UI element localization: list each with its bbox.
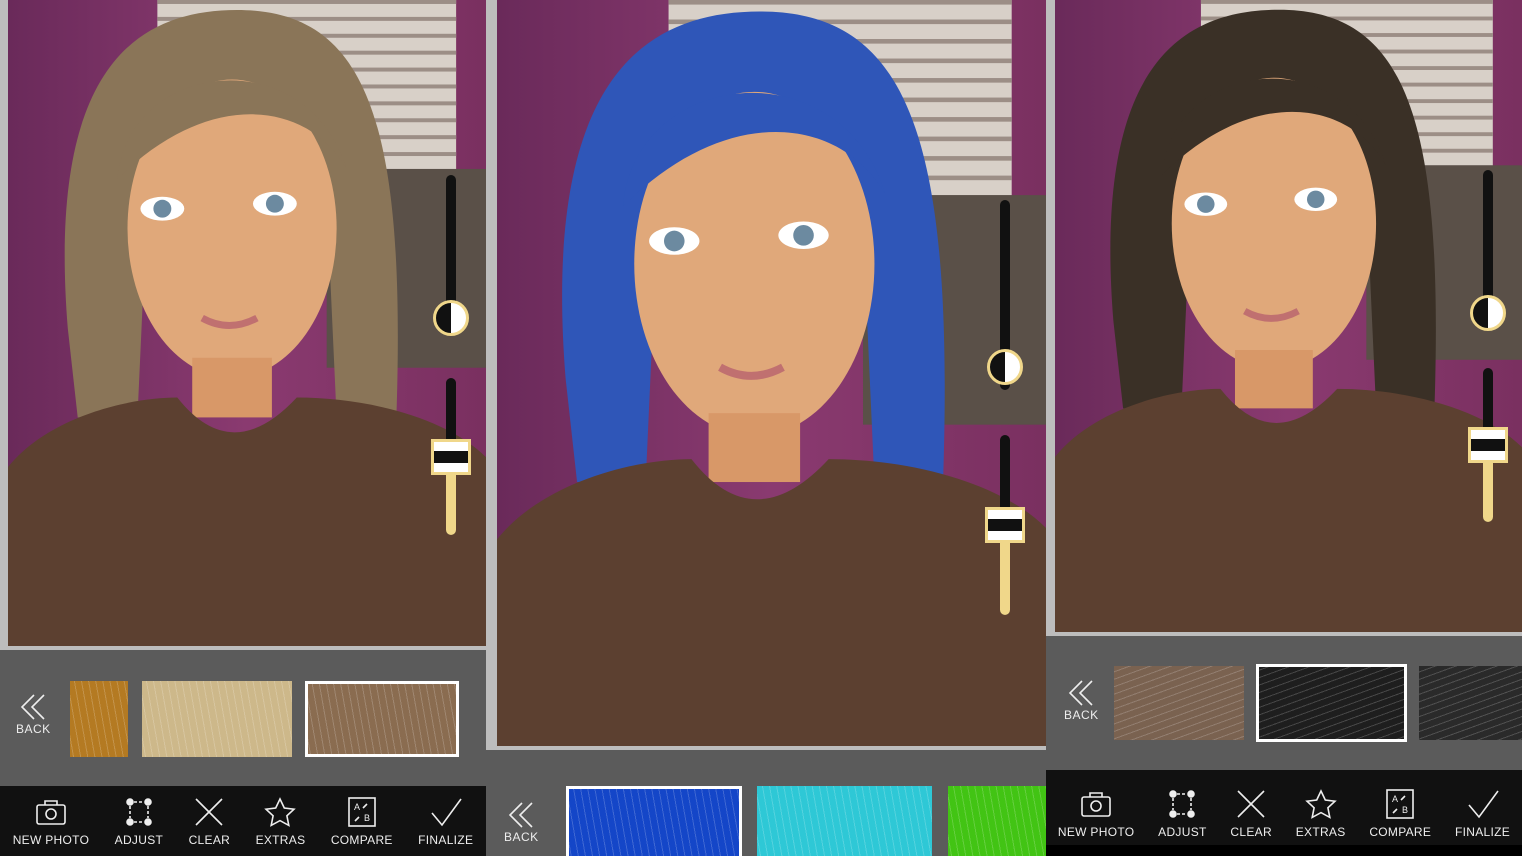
hair-color-swatch[interactable] [1114, 666, 1244, 740]
finalize-button[interactable]: FINALIZE [1455, 788, 1510, 839]
check-icon [1467, 790, 1499, 818]
app-screen-2: BACK [486, 0, 1046, 856]
clear-label: CLEAR [1230, 824, 1272, 839]
back-label: BACK [1064, 708, 1099, 722]
slider-handle[interactable] [985, 507, 1025, 543]
brightness-slider[interactable] [431, 378, 471, 535]
extras-button[interactable]: EXTRAS [1296, 788, 1346, 839]
star-icon [264, 796, 297, 827]
selfie-photo [8, 0, 486, 646]
bottom-toolbar: NEW PHOTO ADJUST CLEAR EXTRAS A B COMPARE FINAL… [1046, 770, 1522, 856]
double-chevron-left-icon [21, 694, 45, 720]
camera-icon [1081, 791, 1111, 817]
svg-text:B: B [1402, 805, 1408, 815]
slider-handle[interactable] [1468, 427, 1508, 463]
hair-color-swatch-selected[interactable] [305, 681, 459, 757]
back-button[interactable]: BACK [504, 800, 539, 844]
finalize-button[interactable]: FINALIZE [418, 796, 473, 847]
adjust-button[interactable]: ADJUST [1158, 788, 1206, 839]
hair-color-swatch[interactable] [1419, 666, 1522, 740]
nav-bar [1046, 845, 1522, 856]
extras-label: EXTRAS [1295, 824, 1346, 839]
svg-text:A: A [354, 802, 360, 812]
brightness-slider[interactable] [985, 435, 1025, 615]
back-label: BACK [504, 830, 539, 844]
extras-button[interactable]: EXTRAS [256, 796, 306, 847]
svg-text:A: A [1392, 794, 1398, 804]
hair-color-swatch-selected[interactable] [566, 786, 742, 856]
camera-icon [36, 799, 66, 825]
adjust-icon [126, 797, 152, 826]
compare-label: COMPARE [330, 832, 393, 847]
new-photo-label: NEW PHOTO [12, 832, 90, 847]
hair-color-swatch[interactable] [70, 681, 128, 757]
new-photo-button[interactable]: NEW PHOTO [13, 796, 89, 847]
compare-label: COMPARE [1369, 824, 1432, 839]
svg-text:B: B [364, 813, 370, 823]
adjust-label: ADJUST [1158, 824, 1207, 839]
app-screen-1: BACK NEW PHOTO ADJUST CLEAR EXTRAS A B COMPARE F… [0, 0, 486, 856]
clear-label: CLEAR [188, 832, 231, 847]
extras-label: EXTRAS [255, 832, 306, 847]
slider-handle[interactable] [433, 299, 469, 336]
star-icon [1304, 788, 1337, 819]
double-chevron-left-icon [509, 802, 533, 828]
hair-color-swatch[interactable] [757, 786, 932, 856]
hair-color-swatch[interactable] [948, 786, 1046, 856]
new-photo-label: NEW PHOTO [1057, 824, 1135, 839]
finalize-label: FINALIZE [1454, 824, 1511, 839]
compare-button[interactable]: A B COMPARE [1369, 788, 1431, 839]
slider-handle[interactable] [987, 349, 1023, 386]
photo-canvas[interactable] [497, 0, 1046, 746]
selfie-photo [1055, 0, 1522, 632]
compare-button[interactable]: A B COMPARE [331, 796, 393, 847]
compare-icon: AB [1386, 788, 1415, 819]
back-button[interactable]: BACK [16, 692, 51, 736]
x-icon [1237, 789, 1265, 818]
intensity-slider[interactable] [987, 200, 1023, 390]
intensity-slider[interactable] [433, 175, 469, 336]
adjust-label: ADJUST [114, 832, 164, 847]
slider-handle[interactable] [431, 438, 471, 475]
adjust-icon [1169, 789, 1196, 818]
app-screen-3: BACK NEW PHOTO ADJUST CLEAR EXTRAS A B COMPARE F… [1046, 0, 1522, 856]
brightness-slider[interactable] [1468, 368, 1508, 522]
new-photo-button[interactable]: NEW PHOTO [1058, 788, 1134, 839]
compare-icon: AB [347, 796, 376, 827]
finalize-label: FINALIZE [418, 832, 474, 847]
bottom-toolbar: NEW PHOTO ADJUST CLEAR EXTRAS A B COMPARE FINAL… [0, 786, 486, 856]
slider-handle[interactable] [1470, 294, 1506, 331]
adjust-button[interactable]: ADJUST [115, 796, 163, 847]
x-icon [195, 797, 223, 826]
photo-canvas[interactable] [8, 0, 486, 646]
hair-color-swatch[interactable] [142, 681, 292, 757]
selfie-photo [497, 0, 1046, 746]
photo-canvas[interactable] [1055, 0, 1522, 632]
clear-button[interactable]: CLEAR [1230, 788, 1272, 839]
double-chevron-left-icon [1069, 680, 1093, 706]
clear-button[interactable]: CLEAR [189, 796, 231, 847]
back-label: BACK [16, 722, 51, 736]
intensity-slider[interactable] [1470, 170, 1506, 331]
back-button[interactable]: BACK [1064, 678, 1099, 722]
check-icon [431, 798, 462, 826]
hair-color-swatch-selected[interactable] [1256, 664, 1407, 742]
